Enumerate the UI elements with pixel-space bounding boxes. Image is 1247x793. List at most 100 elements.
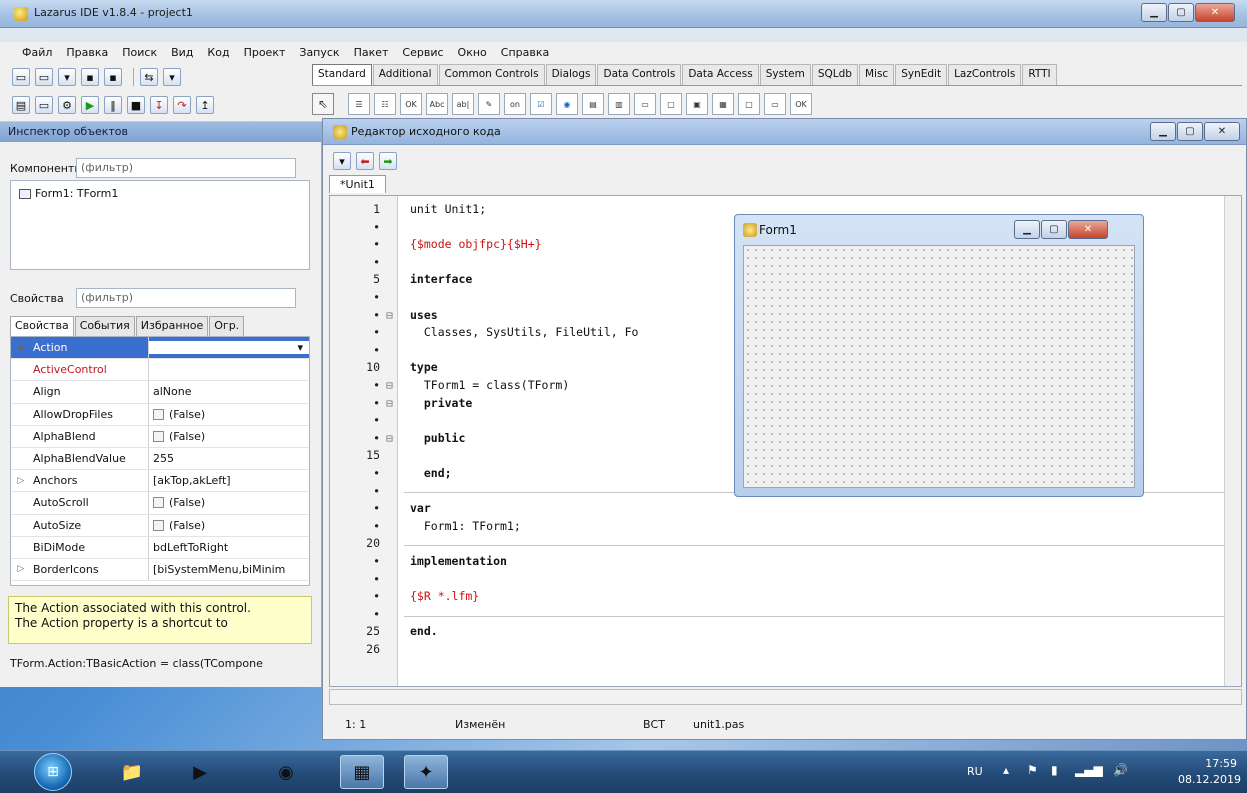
form1-maximize-button[interactable]: ▢ <box>1041 220 1067 239</box>
property-value[interactable]: ▾ <box>149 341 309 355</box>
new-unit-icon[interactable]: ▭ <box>12 68 30 86</box>
menu-tools[interactable]: Сервис <box>402 46 443 59</box>
property-expander[interactable]: ◆ <box>11 343 31 353</box>
menu-edit[interactable]: Правка <box>66 46 108 59</box>
edit-icon[interactable]: ab| <box>452 93 474 115</box>
action-center-icon[interactable]: ⚑ <box>1027 763 1038 777</box>
media-player-taskbar-icon[interactable]: ▶ <box>178 755 222 789</box>
tab-events[interactable]: События <box>74 316 135 336</box>
menu-run[interactable]: Запуск <box>299 46 339 59</box>
property-row[interactable]: AutoScroll (False) <box>11 492 309 515</box>
minimize-button[interactable]: ▁ <box>1141 3 1167 22</box>
property-value[interactable]: bdLeftToRight <box>149 541 309 554</box>
tab-restricted[interactable]: Огр. <box>209 316 245 336</box>
presentation-taskbar-icon[interactable]: ▦ <box>340 755 384 789</box>
save-all-icon[interactable]: ▪ <box>104 68 122 86</box>
forward-arrow-icon[interactable]: ➡ <box>379 152 397 170</box>
toggle-form-unit-icon[interactable]: ⇆ <box>140 68 158 86</box>
code-line[interactable]: • var <box>330 501 1210 519</box>
back-arrow-icon[interactable]: ⬅ <box>356 152 374 170</box>
ide-title-bar[interactable]: Lazarus IDE v1.8.4 - project1 ▁ ▢ ✕ <box>0 0 1247 28</box>
menu-project[interactable]: Проект <box>244 46 286 59</box>
combobox-icon[interactable]: ▥ <box>608 93 630 115</box>
network-icon[interactable]: ▮ <box>1051 763 1058 777</box>
form1-close-button[interactable]: ✕ <box>1068 220 1108 239</box>
step-over-icon[interactable]: ↷ <box>173 96 191 114</box>
menu-view[interactable]: Вид <box>171 46 193 59</box>
step-into-icon[interactable]: ↧ <box>150 96 168 114</box>
pause-icon[interactable]: ‖ <box>104 96 122 114</box>
button-icon[interactable]: OK <box>400 93 422 115</box>
tab-properties[interactable]: Свойства <box>10 316 74 336</box>
fold-toggle-icon[interactable]: ⊟ <box>386 378 393 392</box>
view-forms-icon[interactable]: ▾ <box>163 68 181 86</box>
fold-toggle-icon[interactable]: ⊟ <box>386 396 393 410</box>
form1-window[interactable]: Form1 ▁ ▢ ✕ <box>734 214 1144 497</box>
checkgroup-icon[interactable]: ▦ <box>712 93 734 115</box>
palette-tab-additional[interactable]: Additional <box>372 64 438 85</box>
popup-menu-icon[interactable]: ☷ <box>374 93 396 115</box>
language-indicator[interactable]: RU <box>967 765 983 778</box>
components-filter-input[interactable]: (фильтр) <box>76 158 296 178</box>
lazarus-taskbar-icon[interactable]: ✦ <box>404 755 448 789</box>
property-value[interactable]: (False) <box>149 519 309 532</box>
radio-button-icon[interactable]: ◉ <box>556 93 578 115</box>
property-value[interactable]: [akTop,akLeft] <box>149 474 309 487</box>
property-row[interactable]: Align alNone <box>11 381 309 404</box>
checkbox-icon[interactable]: ☑ <box>530 93 552 115</box>
property-value[interactable]: (False) <box>149 408 309 421</box>
start-button[interactable]: ⊞ <box>34 753 72 791</box>
clock-time[interactable]: 17:59 <box>1205 757 1237 770</box>
code-line[interactable]: • {$R *.lfm} <box>330 589 1210 607</box>
property-row[interactable]: BiDiMode bdLeftToRight <box>11 536 309 559</box>
menu-search[interactable]: Поиск <box>122 46 157 59</box>
property-checkbox[interactable] <box>153 408 164 420</box>
code-line[interactable]: 26 <box>330 642 1210 660</box>
form1-minimize-button[interactable]: ▁ <box>1014 220 1040 239</box>
menu-window[interactable]: Окно <box>458 46 487 59</box>
palette-tab-rtti[interactable]: RTTI <box>1022 64 1057 85</box>
property-row[interactable]: AllowDropFiles (False) <box>11 403 309 426</box>
fold-toggle-icon[interactable]: ⊟ <box>386 431 393 445</box>
palette-tab-synedit[interactable]: SynEdit <box>895 64 948 85</box>
volume-icon[interactable]: 🔊 <box>1113 763 1128 777</box>
properties-filter-input[interactable]: (фильтр) <box>76 288 296 308</box>
explorer-taskbar-icon[interactable]: 📁 <box>110 755 154 789</box>
editor-minimize-button[interactable]: ▁ <box>1150 122 1176 141</box>
tab-unit1[interactable]: *Unit1 <box>329 175 386 193</box>
property-row[interactable]: AlphaBlend (False) <box>11 425 309 448</box>
step-out-icon[interactable]: ↥ <box>196 96 214 114</box>
property-value[interactable]: (False) <box>149 496 309 509</box>
property-checkbox[interactable] <box>153 497 164 509</box>
property-row[interactable]: ▷ BorderIcons [biSystemMenu,biMinim <box>11 558 309 582</box>
menu-code[interactable]: Код <box>207 46 229 59</box>
code-line[interactable]: • <box>330 572 1210 590</box>
radiogroup-icon[interactable]: ▣ <box>686 93 708 115</box>
palette-tab-common-controls[interactable]: Common Controls <box>438 64 545 85</box>
groupbox-icon[interactable]: ▢ <box>660 93 682 115</box>
dropdown-arrow-icon[interactable]: ▾ <box>297 341 303 354</box>
view-toggle-icon[interactable]: ▭ <box>35 96 53 114</box>
new-form-icon[interactable]: ▭ <box>35 68 53 86</box>
palette-tab-misc[interactable]: Misc <box>858 64 895 85</box>
editor-close-button[interactable]: ✕ <box>1204 122 1240 141</box>
panel-icon[interactable]: □ <box>738 93 760 115</box>
palette-tab-lazcontrols[interactable]: LazControls <box>948 64 1022 85</box>
property-row[interactable]: ◆ Action ▾ <box>11 337 309 360</box>
vertical-scrollbar[interactable] <box>1224 196 1241 686</box>
horizontal-scrollbar[interactable] <box>329 689 1242 705</box>
property-value[interactable]: alNone <box>149 385 309 398</box>
code-line[interactable]: • Form1: TForm1; <box>330 519 1210 537</box>
clock-date[interactable]: 08.12.2019 <box>1178 773 1241 786</box>
property-value[interactable]: [biSystemMenu,biMinim <box>149 563 309 576</box>
jump-history-icon[interactable]: ▾ <box>333 152 351 170</box>
signal-icon[interactable]: ▂▄▆ <box>1075 763 1103 777</box>
palette-tab-data-access[interactable]: Data Access <box>682 64 759 85</box>
tree-item-form1[interactable]: Form1: TForm1 <box>19 187 118 200</box>
maximize-button[interactable]: ▢ <box>1168 3 1194 22</box>
menu-package[interactable]: Пакет <box>354 46 389 59</box>
palette-tab-data-controls[interactable]: Data Controls <box>597 64 682 85</box>
scrollbar-icon[interactable]: ▭ <box>634 93 656 115</box>
close-button[interactable]: ✕ <box>1195 3 1235 22</box>
code-line[interactable]: 25 end. <box>330 624 1210 642</box>
